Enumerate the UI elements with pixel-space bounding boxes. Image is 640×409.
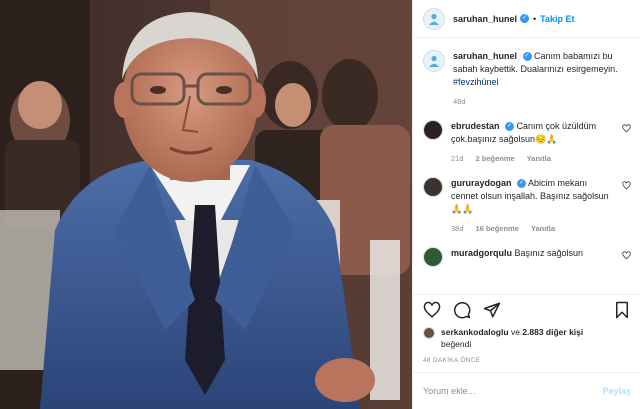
comment-username[interactable]: gururaydogan (451, 178, 512, 188)
comment-username[interactable]: muradgorqulu (451, 248, 512, 258)
verified-badge-icon: ✓ (517, 179, 527, 189)
likes-others-count[interactable]: 2.883 diğer kişi (522, 327, 583, 337)
comment-like-heart-icon[interactable] (622, 124, 631, 133)
likes-suffix: beğendi (441, 339, 472, 349)
commenter-avatar[interactable] (423, 177, 443, 197)
caption-username[interactable]: saruhan_hunel (453, 51, 517, 61)
post-header: saruhan_hunel ✓ • Takip Et (413, 0, 640, 38)
post-comment-button[interactable]: Paylaş (602, 386, 631, 396)
post-timestamp: 48 DAKİKA ÖNCE (423, 357, 481, 364)
comment-item: muradgorqulu Başınız sağolsun (423, 247, 631, 267)
caption-hashtag[interactable]: #fevzihünel (453, 77, 499, 87)
comment-like-heart-icon[interactable] (622, 181, 631, 190)
comment-likes[interactable]: 16 beğenme (476, 224, 519, 233)
reply-button[interactable]: Yanıtla (531, 224, 555, 233)
author-username[interactable]: saruhan_hunel (453, 14, 517, 24)
verified-badge-icon: ✓ (522, 52, 532, 62)
comment-item: ebrudestan ✓ Canım çok üzüldüm çok.başın… (423, 120, 631, 163)
liker-username[interactable]: serkankodaloglu (441, 327, 509, 337)
comment-time: 21d (451, 154, 464, 163)
commenter-avatar[interactable] (423, 120, 443, 140)
author-avatar[interactable] (423, 7, 445, 30)
comment-time: 38d (451, 224, 464, 233)
portrait-photo (0, 0, 412, 409)
post-actions-bar (413, 294, 640, 324)
instagram-post-modal: saruhan_hunel ✓ • Takip Et saruhan_hunel… (0, 0, 640, 409)
reply-button[interactable]: Yanıtla (527, 154, 551, 163)
caption-text: saruhan_hunel ✓ Canım babamızı bu sabah … (453, 50, 631, 89)
comment-username[interactable]: ebrudestan (451, 121, 500, 131)
person-icon (429, 13, 439, 25)
comment-bubble-icon[interactable] (453, 301, 471, 319)
comment-body: Başınız sağolsun (514, 248, 584, 258)
comment-text: gururaydogan ✓ Abicim mekanı cennet olsu… (451, 177, 611, 216)
commenter-avatar[interactable] (423, 247, 443, 267)
share-paper-plane-icon[interactable] (483, 301, 501, 319)
comment-input[interactable] (423, 386, 603, 396)
comment-text: ebrudestan ✓ Canım çok üzüldüm çok.başın… (451, 120, 611, 146)
likes-summary: serkankodaloglu ve 2.883 diğer kişi beğe… (423, 326, 583, 350)
separator-dot: • (533, 13, 537, 24)
person-icon (429, 55, 439, 67)
comments-list[interactable]: saruhan_hunel ✓ Canım babamızı bu sabah … (413, 38, 640, 294)
comment-likes[interactable]: 2 beğenme (476, 154, 515, 163)
caption-avatar[interactable] (423, 50, 445, 72)
comment-text: muradgorqulu Başınız sağolsun (451, 247, 611, 260)
likes-connector: ve (510, 327, 520, 337)
post-caption: saruhan_hunel ✓ Canım babamızı bu sabah … (423, 50, 631, 89)
follow-button[interactable]: Takip Et (540, 14, 574, 24)
add-comment-bar: Paylaş (413, 372, 640, 409)
likes-text: serkankodaloglu ve 2.883 diğer kişi beğe… (441, 326, 583, 350)
bookmark-icon[interactable] (613, 301, 631, 319)
liker-avatar[interactable] (423, 327, 435, 339)
comment-meta: 38d 16 beğenme Yanıtla (451, 224, 611, 233)
caption-time: 48d (453, 97, 466, 106)
verified-badge-icon: ✓ (505, 122, 515, 132)
verified-badge-icon: ✓ (520, 14, 530, 23)
comment-item: gururaydogan ✓ Abicim mekanı cennet olsu… (423, 177, 631, 233)
post-photo[interactable] (0, 0, 412, 409)
comment-like-heart-icon[interactable] (622, 251, 631, 260)
post-side-panel: saruhan_hunel ✓ • Takip Et saruhan_hunel… (412, 0, 640, 409)
like-heart-icon[interactable] (423, 301, 441, 319)
comment-meta: 21d 2 beğenme Yanıtla (451, 154, 611, 163)
